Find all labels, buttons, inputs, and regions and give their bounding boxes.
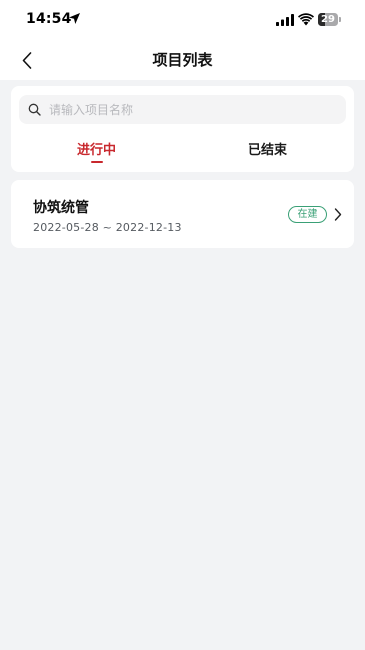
search-box[interactable] (19, 95, 346, 124)
page-title: 项目列表 (152, 51, 213, 69)
battery-icon: 29 (318, 13, 341, 26)
cellular-signal-icon (276, 14, 294, 26)
chevron-right-icon (334, 208, 342, 221)
chevron-left-icon (22, 51, 32, 69)
back-button[interactable] (14, 48, 40, 72)
search-icon (28, 103, 41, 116)
location-arrow-icon (69, 13, 80, 24)
battery-cap (339, 17, 341, 22)
battery-level: 29 (321, 14, 335, 25)
nav-bar: 项目列表 (0, 40, 365, 80)
project-date-range: 2022-05-28 ~ 2022-12-13 (33, 221, 182, 234)
status-time: 14:54 (26, 11, 72, 27)
status-bar: 14:54 29 (0, 0, 365, 40)
search-input[interactable] (49, 95, 339, 124)
tab-finished[interactable]: 已结束 (182, 136, 353, 166)
wifi-icon (298, 13, 314, 26)
filter-card: 进行中 已结束 (11, 86, 354, 172)
active-tab-indicator (91, 161, 103, 163)
status-badge: 在建 (288, 206, 327, 223)
project-name: 协筑统管 (33, 200, 89, 216)
project-list-item[interactable]: 协筑统管 2022-05-28 ~ 2022-12-13 在建 (11, 180, 354, 248)
screen: 14:54 29 项目列表 请输入项目名称 进行中 已结束 协筑统管 2022-… (0, 0, 365, 650)
